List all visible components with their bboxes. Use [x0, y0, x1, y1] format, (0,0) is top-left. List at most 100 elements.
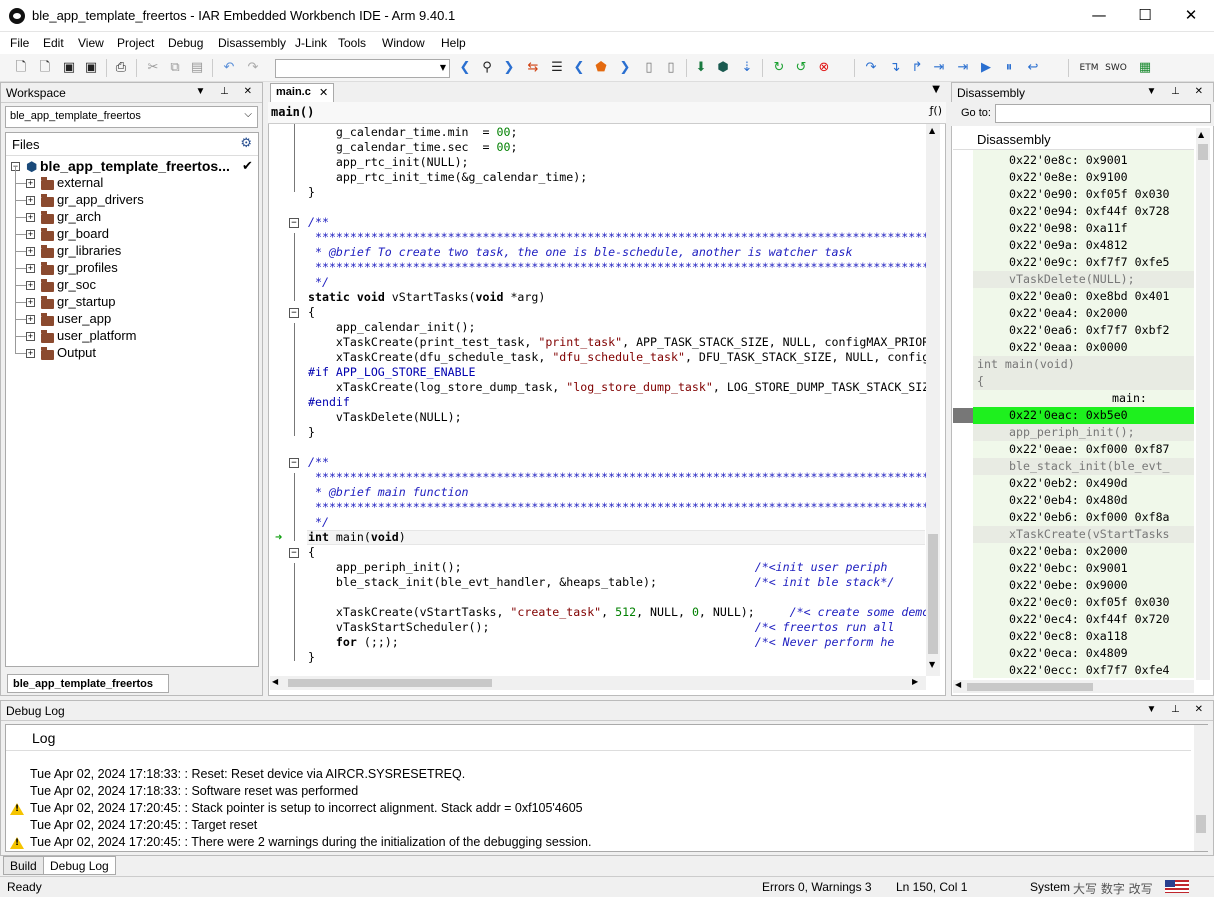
download-debug-icon[interactable]: ⬇ [692, 59, 710, 77]
paste-icon[interactable]: ▤ [188, 59, 206, 77]
menu-project[interactable]: Project [117, 36, 154, 50]
expand-icon[interactable]: + [26, 230, 35, 239]
fold-toggle-icon[interactable]: − [289, 458, 299, 468]
new-workspace-icon[interactable]: 🗋 [12, 59, 30, 77]
find-next-icon[interactable]: ❯ [500, 59, 518, 77]
function-list-icon[interactable]: ƒ() [930, 104, 942, 117]
code-line: } [308, 650, 315, 664]
files-tree: Files ⚙ − ⬢ ble_app_template_freertos...… [5, 132, 259, 667]
code-line: xTaskCreate(dfu_schedule_task, "dfu_sche… [308, 350, 926, 364]
call-stack-icon[interactable]: ↩ [1024, 59, 1042, 77]
menu-help[interactable]: Help [441, 36, 466, 50]
menu-file[interactable]: File [10, 36, 29, 50]
function-navigator[interactable]: main() ƒ() [268, 102, 946, 124]
disassembly-vertical-scrollbar[interactable]: ▲ [1196, 128, 1210, 680]
menu-view[interactable]: View [78, 36, 104, 50]
files-column-header: Files [12, 137, 40, 152]
close-tab-icon[interactable]: ✕ [319, 86, 328, 99]
project-icon: ⬢ [26, 159, 38, 174]
warning-icon [10, 803, 24, 815]
expand-icon[interactable]: + [26, 179, 35, 188]
code-line: app_periph_init(); /*<init user periph [308, 560, 888, 574]
plugin-icon[interactable]: ▦ [1136, 59, 1154, 77]
expand-icon[interactable]: + [26, 213, 35, 222]
new-file-icon[interactable]: 🗋 [36, 59, 54, 77]
debug-log-header: Debug Log ▼ ⊥ ✕ [1, 701, 1213, 721]
reset-icon[interactable]: ↻ [770, 59, 788, 77]
goto-line-icon[interactable]: ☰ [548, 59, 566, 77]
replace-icon[interactable]: ⇆ [524, 59, 542, 77]
next-bookmark-icon[interactable]: ▯ [662, 59, 680, 77]
workspace-tab[interactable]: ble_app_template_freertos [7, 674, 169, 693]
cut-icon[interactable]: ✂ [144, 59, 162, 77]
expand-icon[interactable]: + [26, 349, 35, 358]
tab-debug-log[interactable]: Debug Log [43, 856, 116, 875]
panel-controls-icon[interactable]: ▼ ⊥ ✕ [195, 86, 258, 97]
disassembly-horizontal-scrollbar[interactable]: ◀ [953, 680, 1194, 693]
menu-debug[interactable]: Debug [168, 36, 203, 50]
log-scrollbar[interactable] [1194, 725, 1208, 851]
make-icon[interactable]: ⇣ [738, 59, 756, 77]
panel-controls-icon[interactable]: ▼ ⊥ ✕ [1146, 86, 1209, 97]
menu-window[interactable]: Window [382, 36, 425, 50]
go-icon[interactable]: ▶ [977, 59, 995, 77]
maximize-button[interactable]: ☐ [1122, 0, 1168, 32]
expand-icon[interactable]: + [26, 196, 35, 205]
panel-controls-icon[interactable]: ▼ ⊥ ✕ [1146, 704, 1209, 715]
close-button[interactable]: ✕ [1168, 0, 1214, 32]
gear-icon[interactable]: ⚙ [240, 136, 252, 151]
disassembly-view[interactable]: 0x22'0e8c: 0x9001 0x22'0e8e: 0x9100 0x22'0… [973, 150, 1194, 678]
print-icon[interactable]: ⎙ [112, 59, 130, 77]
menu-edit[interactable]: Edit [43, 36, 64, 50]
expand-icon[interactable]: + [26, 264, 35, 273]
tab-main-c[interactable]: main.c ✕ [270, 83, 334, 102]
redo-icon[interactable]: ↷ [244, 59, 262, 77]
next-statement-icon[interactable]: ⇥ [930, 59, 948, 77]
swo-icon[interactable]: SWO [1104, 59, 1128, 77]
restart-icon[interactable]: ↺ [792, 59, 810, 77]
debug-without-download-icon[interactable]: ⬢ [714, 59, 732, 77]
disassembly-instruction: 0x22'0eb2: 0x490d [1009, 476, 1128, 490]
bookmark-icon[interactable]: ⬟ [592, 59, 610, 77]
expand-icon[interactable]: + [26, 298, 35, 307]
title-bar: ble_app_template_freertos - IAR Embedded… [0, 0, 1214, 32]
run-to-cursor-icon[interactable]: ⇥ [954, 59, 972, 77]
nav-forward-icon[interactable]: ❯ [616, 59, 634, 77]
disassembly-instruction: 0x22'0eaa: 0x0000 [1009, 340, 1128, 354]
tab-list-icon[interactable]: ▼ [932, 84, 940, 95]
stop-debug-icon[interactable]: ⊗ [815, 59, 833, 77]
fold-toggle-icon[interactable]: − [289, 308, 299, 318]
current-function: main() [271, 105, 315, 119]
tab-build[interactable]: Build [3, 856, 44, 875]
minimize-button[interactable]: — [1076, 0, 1122, 32]
code-editor[interactable]: g_calendar_time.min = 00; g_calendar_tim… [270, 124, 926, 676]
editor-horizontal-scrollbar[interactable]: ◀ ▶ [270, 676, 926, 690]
expand-icon[interactable]: + [26, 332, 35, 341]
fold-toggle-icon[interactable]: − [289, 548, 299, 558]
undo-icon[interactable]: ↶ [220, 59, 238, 77]
step-into-icon[interactable]: ↴ [886, 59, 904, 77]
find-icon[interactable]: ⚲ [478, 59, 496, 77]
expand-icon[interactable]: + [26, 281, 35, 290]
nav-back-icon[interactable]: ❮ [570, 59, 588, 77]
etm-icon[interactable]: ETM [1076, 59, 1102, 77]
find-previous-icon[interactable]: ❮ [456, 59, 474, 77]
workspace-config-select[interactable]: ble_app_template_freertos ⌵ [5, 106, 258, 128]
save-all-icon[interactable]: ▣ [82, 59, 100, 77]
break-icon[interactable]: ⏸ [1000, 59, 1018, 77]
log-list[interactable]: Log Tue Apr 02, 2024 17:18:33: : Reset: … [5, 724, 1208, 852]
save-icon[interactable]: ▣ [60, 59, 78, 77]
menu-tools[interactable]: Tools [338, 36, 366, 50]
goto-input[interactable] [995, 104, 1211, 123]
editor-vertical-scrollbar[interactable]: ▲ ▼ [926, 124, 940, 676]
find-combo[interactable]: ▼ [275, 59, 450, 78]
step-out-icon[interactable]: ↱ [908, 59, 926, 77]
expand-icon[interactable]: + [26, 315, 35, 324]
menu-disassembly[interactable]: Disassembly [218, 36, 286, 50]
step-over-icon[interactable]: ↷ [862, 59, 880, 77]
copy-icon[interactable]: ⧉ [166, 59, 184, 77]
menu-jlink[interactable]: J-Link [295, 36, 327, 50]
prev-bookmark-icon[interactable]: ▯ [640, 59, 658, 77]
expand-icon[interactable]: + [26, 247, 35, 256]
fold-toggle-icon[interactable]: − [289, 218, 299, 228]
